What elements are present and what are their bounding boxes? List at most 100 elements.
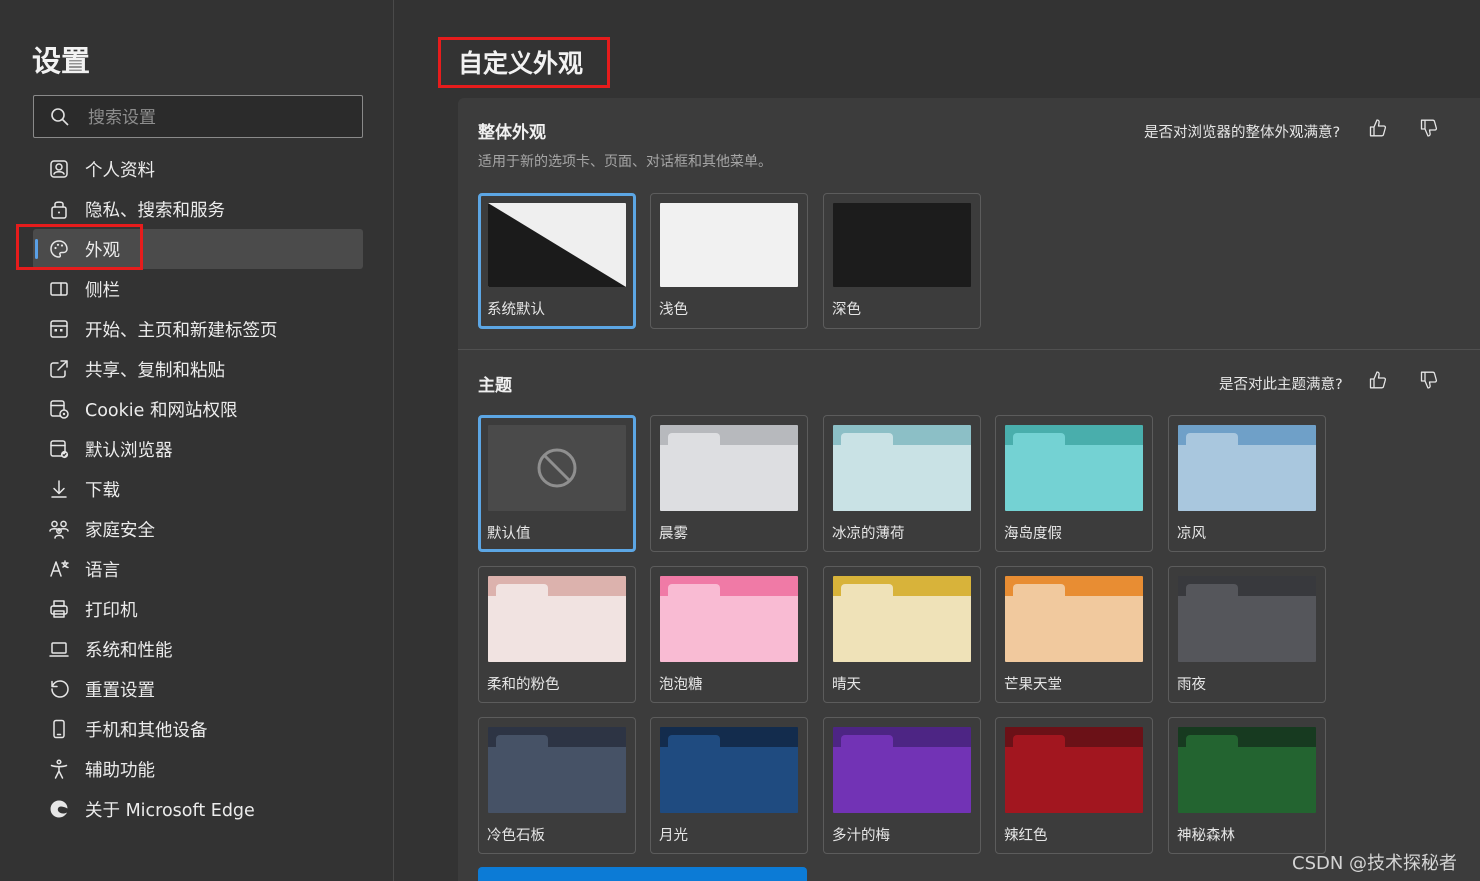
thumbs-up-icon[interactable] [1368,118,1388,138]
sidebar-item-profile[interactable]: 个人资料 [33,149,363,189]
thumbs-up-icon[interactable] [1368,370,1388,390]
sidebar-item-phone[interactable]: 手机和其他设备 [33,709,363,749]
sidebar-item-home-grid[interactable]: 开始、主页和新建标签页 [33,309,363,349]
family-icon [48,518,70,540]
theme-card[interactable]: 冰凉的薄荷 [823,415,981,552]
system-default-preview [488,203,626,287]
theme-card-label: 辣红色 [1004,828,1048,844]
section-divider [458,349,1480,350]
theme-card[interactable]: 柔和的粉色 [478,566,636,703]
sidebar-item-reset[interactable]: 重置设置 [33,669,363,709]
theme-card-label: 冷色石板 [487,828,545,844]
sidebar-item-palette[interactable]: 外观 [33,229,363,269]
sidebar-item-language[interactable]: 语言 [33,549,363,589]
theme-card[interactable]: 辣红色 [995,717,1153,854]
sidebar-item-label: 共享、复制和粘贴 [85,360,225,381]
thumbs-down-icon[interactable] [1419,370,1439,390]
appearance-panel: 整体外观 适用于新的选项卡、页面、对话框和其他菜单。 是否对浏览器的整体外观满意… [458,98,1480,881]
sidebar-item-edge-logo[interactable]: 关于 Microsoft Edge [33,789,363,829]
language-icon [48,558,70,580]
theme-card[interactable]: 泡泡糖 [650,566,808,703]
overall-feedback-question: 是否对浏览器的整体外观满意? [1144,125,1341,141]
theme-preview [488,576,626,662]
appearance-option-light[interactable]: 浅色 [650,193,808,329]
search-box[interactable] [33,95,363,138]
theme-card-label: 海岛度假 [1004,526,1062,542]
share-icon [48,358,70,380]
sidebar-item-accessibility[interactable]: 辅助功能 [33,749,363,789]
watermark-text: CSDN @技术探秘者 [1292,853,1458,874]
thumbs-down-icon[interactable] [1419,118,1439,138]
theme-card[interactable]: 多汁的梅 [823,717,981,854]
printer-icon [48,598,70,620]
theme-preview [660,727,798,813]
sidebar-item-label: 默认浏览器 [85,440,173,461]
theme-preview-body [833,747,971,813]
dark-preview [833,203,971,287]
theme-preview [660,425,798,511]
appearance-option-dark[interactable]: 深色 [823,193,981,329]
sidebar-item-label: Cookie 和网站权限 [85,400,238,421]
theme-preview-body [1178,445,1316,511]
sidebar-item-label: 隐私、搜索和服务 [85,200,225,221]
theme-card[interactable]: 凉风 [1168,415,1326,552]
sidebar-item-download[interactable]: 下载 [33,469,363,509]
theme-preview-body [660,747,798,813]
sidebar-item-label: 侧栏 [85,280,120,301]
theme-card-label: 柔和的粉色 [487,677,560,693]
appearance-option-label: 深色 [832,302,861,318]
theme-card-label: 多汁的梅 [832,828,890,844]
light-preview [660,203,798,287]
sidebar-item-share[interactable]: 共享、复制和粘贴 [33,349,363,389]
sidebar-item-label: 重置设置 [85,680,155,701]
sidebar-item-label: 外观 [85,240,120,261]
sidebar-item-default-browser[interactable]: 默认浏览器 [33,429,363,469]
search-input[interactable] [86,102,350,134]
sidebar-item-family[interactable]: 家庭安全 [33,509,363,549]
theme-card-label: 泡泡糖 [659,677,703,693]
page-title: 自定义外观 [458,49,584,78]
theme-preview [833,576,971,662]
theme-card-label: 冰凉的薄荷 [832,526,905,542]
theme-card-label: 晨雾 [659,526,688,542]
search-icon [51,108,69,126]
appearance-option-label: 系统默认 [487,302,545,318]
theme-preview-body [1005,747,1143,813]
theme-preview-body [488,747,626,813]
settings-nav: 个人资料隐私、搜索和服务 外观侧栏开始、主页和新建标签页共享、复制和粘贴 Cooki… [33,149,363,829]
theme-card[interactable]: 雨夜 [1168,566,1326,703]
theme-preview [1005,727,1143,813]
lock-icon [48,198,70,220]
sidebar-item-label: 语言 [85,560,120,581]
theme-card[interactable]: 月光 [650,717,808,854]
overall-appearance-subtitle: 适用于新的选项卡、页面、对话框和其他菜单。 [478,154,772,170]
sidebar-item-cookie[interactable]: Cookie 和网站权限 [33,389,363,429]
theme-card[interactable]: 晨雾 [650,415,808,552]
theme-preview [1178,425,1316,511]
sidebar-item-printer[interactable]: 打印机 [33,589,363,629]
appearance-option-system-default[interactable]: 系统默认 [478,193,636,329]
theme-preview [833,425,971,511]
theme-preview-body [488,596,626,662]
theme-card[interactable]: 海岛度假 [995,415,1153,552]
theme-card-label: 默认值 [487,526,531,542]
sidebar-icon [48,278,70,300]
settings-title: 设置 [32,44,91,78]
theme-preview-body [833,596,971,662]
sidebar-item-lock[interactable]: 隐私、搜索和服务 [33,189,363,229]
sidebar-item-label: 打印机 [85,600,138,621]
theme-card[interactable]: 芒果天堂 [995,566,1153,703]
sidebar-item-laptop[interactable]: 系统和性能 [33,629,363,669]
theme-card[interactable]: 默认值 [478,415,636,552]
theme-card[interactable]: 冷色石板 [478,717,636,854]
sidebar-item-label: 辅助功能 [85,760,155,781]
theme-preview [488,727,626,813]
home-grid-icon [48,318,70,340]
accessibility-icon [48,758,70,780]
primary-action-button[interactable] [478,867,807,881]
sidebar-item-sidebar[interactable]: 侧栏 [33,269,363,309]
theme-card[interactable]: 晴天 [823,566,981,703]
theme-card[interactable]: 神秘森林 [1168,717,1326,854]
theme-preview-default [488,425,626,511]
theme-preview [833,727,971,813]
